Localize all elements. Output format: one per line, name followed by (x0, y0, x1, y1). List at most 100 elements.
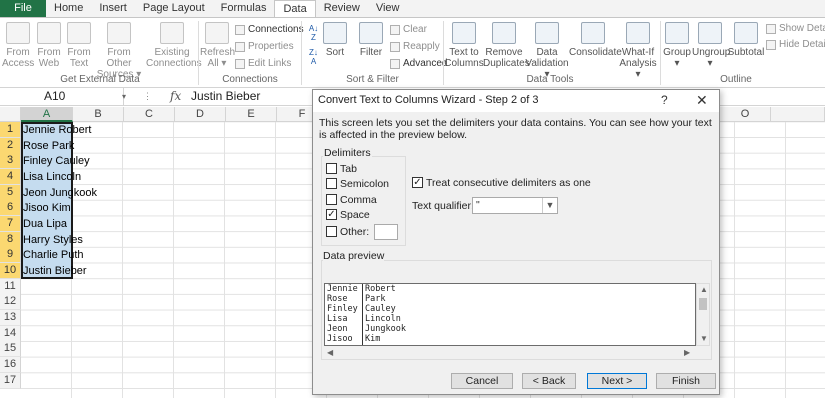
sort-az-button[interactable]: A↓ Z (306, 24, 321, 42)
row-header[interactable]: 5 (0, 185, 21, 201)
column-header-p[interactable] (771, 107, 825, 122)
column-header-e[interactable]: E (226, 107, 277, 122)
tab-file[interactable]: File (0, 0, 46, 17)
ungroup-button[interactable]: Ungroup ▾ (692, 22, 730, 69)
tab-home[interactable]: Home (46, 0, 91, 17)
name-box-dropdown-icon[interactable]: ▾ (122, 92, 126, 101)
row-header[interactable]: 10 (0, 263, 21, 279)
tab-formulas[interactable]: Formulas (213, 0, 275, 17)
column-header-a[interactable]: A (21, 107, 73, 122)
row-header[interactable]: 15 (0, 341, 21, 357)
tab-review[interactable]: Review (316, 0, 368, 17)
edit-links-button[interactable]: Edit Links (235, 58, 291, 69)
semicolon-checkbox[interactable] (326, 178, 337, 189)
comma-option-label[interactable]: Comma (340, 194, 377, 206)
column-header-b[interactable]: B (73, 107, 124, 122)
cell-a1[interactable]: Jennie Robert (23, 123, 92, 139)
from-access-button[interactable]: From Access (2, 22, 34, 69)
sort-button[interactable]: Sort (320, 22, 350, 58)
cell-a9[interactable]: Charlie Puth (23, 248, 84, 264)
close-icon[interactable]: ✕ (696, 92, 708, 109)
column-header-d[interactable]: D (175, 107, 226, 122)
dialog-title-bar[interactable]: Convert Text to Columns Wizard - Step 2 … (313, 90, 719, 112)
cell-a2[interactable]: Rose Park (23, 139, 74, 155)
from-other-sources-button[interactable]: From Other Sources ▾ (95, 22, 143, 80)
scroll-down-icon[interactable]: ▼ (700, 334, 708, 343)
finish-button[interactable]: Finish (656, 373, 716, 389)
cell-a7[interactable]: Dua Lipa (23, 217, 67, 233)
row-header[interactable]: 8 (0, 232, 21, 248)
row-header[interactable]: 6 (0, 200, 21, 216)
row-header[interactable]: 4 (0, 169, 21, 185)
row-header[interactable]: 14 (0, 326, 21, 342)
other-checkbox[interactable] (326, 226, 337, 237)
filter-button[interactable]: Filter (356, 22, 386, 58)
scroll-left-icon[interactable]: ◀ (327, 348, 333, 357)
tab-checkbox[interactable] (326, 163, 337, 174)
row-header[interactable]: 2 (0, 138, 21, 154)
cancel-button[interactable]: Cancel (451, 373, 513, 389)
cell-a10[interactable]: Justin Bieber (23, 264, 87, 280)
advanced-button[interactable]: Advanced (390, 58, 447, 69)
row-header[interactable]: 7 (0, 216, 21, 232)
next-button[interactable]: Next > (587, 373, 647, 389)
hide-detail-button[interactable]: Hide Detail (766, 39, 825, 50)
preview-scrollbar[interactable]: ▲ ▼ (696, 283, 710, 346)
back-button[interactable]: < Back (522, 373, 576, 389)
consecutive-delimiters-label[interactable]: Treat consecutive delimiters as one (426, 177, 591, 189)
from-text-button[interactable]: From Text (64, 22, 94, 69)
insert-function-icon[interactable]: fx (170, 88, 181, 105)
row-header[interactable]: 3 (0, 153, 21, 169)
select-all-corner[interactable] (0, 107, 21, 122)
row-header[interactable]: 1 (0, 122, 21, 138)
column-header-o[interactable]: O (720, 107, 771, 122)
what-if-analysis-button[interactable]: What-If Analysis ▾ (617, 22, 659, 80)
clear-button[interactable]: Clear (390, 24, 427, 35)
row-header[interactable]: 13 (0, 310, 21, 326)
help-icon[interactable]: ? (661, 93, 668, 107)
text-to-columns-button[interactable]: Text to Columns (444, 22, 484, 69)
data-validation-button[interactable]: Data Validation ▾ (524, 22, 570, 80)
sort-za-button[interactable]: Z↓ A (306, 48, 321, 66)
data-preview-pane[interactable]: Jennie Robert Rose Park Finley Cauley Lisa L… (324, 283, 696, 346)
subtotal-button[interactable]: Subtotal (727, 22, 765, 58)
cell-a4[interactable]: Lisa Lincoln (23, 170, 81, 186)
properties-button[interactable]: Properties (235, 41, 294, 52)
cell-a8[interactable]: Harry Styles (23, 233, 83, 249)
reapply-button[interactable]: Reapply (390, 41, 440, 52)
semicolon-option-label[interactable]: Semicolon (340, 178, 389, 190)
existing-connections-button[interactable]: Existing Connections (146, 22, 202, 69)
cell-a6[interactable]: Jisoo Kim (23, 201, 71, 217)
connections-button[interactable]: Connections (235, 24, 304, 35)
space-checkbox[interactable]: ✓ (326, 209, 337, 220)
row-header[interactable]: 9 (0, 247, 21, 263)
cell-a3[interactable]: Finley Cauley (23, 154, 90, 170)
tab-insert[interactable]: Insert (91, 0, 135, 17)
tab-page-layout[interactable]: Page Layout (135, 0, 213, 17)
consecutive-delimiters-checkbox[interactable]: ✓ (412, 177, 423, 188)
comma-checkbox[interactable] (326, 194, 337, 205)
group-button[interactable]: Group ▾ (662, 22, 692, 69)
scroll-up-icon[interactable]: ▲ (700, 285, 708, 294)
chevron-down-icon[interactable]: ▼ (542, 198, 557, 213)
scroll-thumb[interactable] (699, 298, 707, 310)
other-delimiter-input[interactable] (374, 224, 398, 240)
cell-a5[interactable]: Jeon Jungkook (23, 186, 97, 202)
row-header[interactable]: 12 (0, 294, 21, 310)
text-qualifier-select[interactable]: " ▼ (472, 197, 558, 214)
tab-view[interactable]: View (368, 0, 408, 17)
space-option-label[interactable]: Space (340, 209, 370, 221)
row-header[interactable]: 16 (0, 357, 21, 373)
consolidate-button[interactable]: Consolidate (569, 22, 622, 58)
column-header-c[interactable]: C (124, 107, 175, 122)
tab-data[interactable]: Data (274, 0, 316, 17)
row-header[interactable]: 17 (0, 373, 21, 389)
other-option-label[interactable]: Other: (340, 226, 369, 238)
tab-option-label[interactable]: Tab (340, 163, 357, 175)
formula-input[interactable]: Justin Bieber (191, 88, 260, 105)
from-web-button[interactable]: From Web (34, 22, 64, 69)
refresh-all-button[interactable]: Refresh All ▾ (200, 22, 235, 69)
scroll-right-icon[interactable]: ▶ (684, 348, 690, 357)
name-box[interactable]: A10 (0, 88, 124, 105)
row-header[interactable]: 11 (0, 279, 21, 295)
